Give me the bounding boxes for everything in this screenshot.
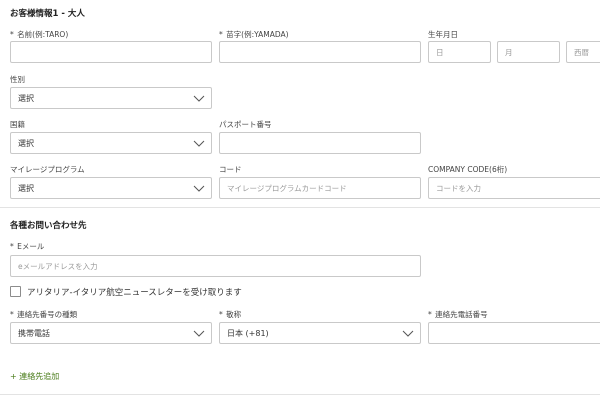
passport-input[interactable] [219, 132, 421, 154]
nationality-select[interactable]: 選択 [10, 132, 212, 154]
birth-date-label: 生年月日 [428, 30, 458, 39]
birth-month-input[interactable]: 月 [497, 41, 560, 63]
passport-label: パスポート番号 [219, 120, 272, 129]
add-contact-link[interactable]: + 連絡先追加 [10, 371, 59, 382]
email-label: * Eメール [10, 242, 45, 251]
mileage-program-label: マイレージプログラム [10, 165, 85, 174]
birth-year-input[interactable]: 西暦 [566, 41, 600, 63]
country-code-select-value: 日本 (+81) [227, 328, 269, 338]
newsletter-label: アリタリア-イタリア航空ニュースレターを受け取ります [27, 288, 242, 298]
phone-number-input[interactable] [428, 322, 600, 344]
birth-day-input[interactable]: 日 [428, 41, 491, 63]
email-input[interactable]: eメールアドレスを入力 [10, 255, 421, 277]
last-name-input[interactable] [219, 41, 421, 63]
passenger-heading: お客様情報1 - 大人 [10, 9, 85, 19]
gender-select[interactable]: 選択 [10, 87, 212, 109]
section-divider [0, 207, 600, 208]
first-name-label: * 名前(例:TARO) [10, 30, 69, 39]
nationality-label: 国籍 [10, 120, 25, 129]
phone-type-select-value: 携帯電話 [18, 328, 50, 338]
gender-select-value: 選択 [18, 93, 34, 103]
mileage-program-select-value: 選択 [18, 183, 34, 193]
code-label: コード [219, 165, 242, 174]
newsletter-checkbox[interactable] [10, 286, 21, 297]
chevron-down-icon [193, 185, 205, 192]
chevron-down-icon [402, 330, 414, 337]
mileage-code-input[interactable]: マイレージプログラムカードコード [219, 177, 421, 199]
country-code-select[interactable]: 日本 (+81) [219, 322, 421, 344]
contact-heading: 各種お問い合わせ先 [10, 221, 87, 231]
last-name-label: * 苗字(例:YAMADA) [219, 30, 289, 39]
chevron-down-icon [193, 330, 205, 337]
chevron-down-icon [193, 95, 205, 102]
country-code-label: * 敬称 [219, 310, 242, 319]
nationality-select-value: 選択 [18, 138, 34, 148]
first-name-input[interactable] [10, 41, 212, 63]
chevron-down-icon [193, 140, 205, 147]
phone-number-label: * 連絡先電話番号 [428, 310, 488, 319]
bottom-divider [0, 394, 600, 395]
company-code-input[interactable]: コードを入力 [428, 177, 600, 199]
company-code-label: COMPANY CODE(6桁) [428, 165, 508, 174]
phone-type-select[interactable]: 携帯電話 [10, 322, 212, 344]
gender-label: 性別 [10, 75, 25, 84]
phone-type-label: * 連絡先番号の種類 [10, 310, 78, 319]
mileage-program-select[interactable]: 選択 [10, 177, 212, 199]
